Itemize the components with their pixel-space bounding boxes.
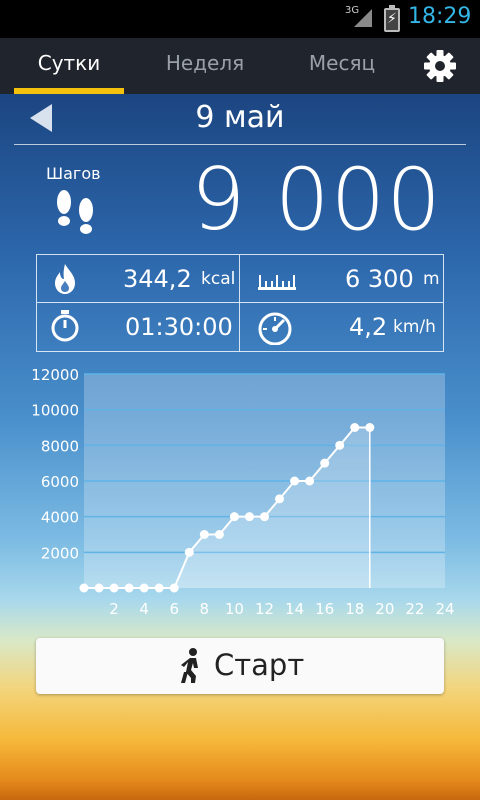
duration-value: 01:30:00 xyxy=(125,313,233,341)
calories-unit: kcal xyxy=(201,269,236,289)
start-button-label: Старт xyxy=(214,648,305,682)
gear-icon[interactable] xyxy=(420,46,460,86)
distance-value: 6 300 xyxy=(345,265,414,293)
chart-data-point xyxy=(214,530,224,539)
chart-data-point xyxy=(154,583,164,593)
active-tab-indicator xyxy=(14,88,124,94)
battery-icon: ⚡ xyxy=(384,5,400,32)
tab-week[interactable]: Неделя xyxy=(140,38,270,94)
flame-icon xyxy=(51,263,79,299)
chart-x-tick-label: 8 xyxy=(200,600,210,618)
chart-x-tick-label: 6 xyxy=(169,600,179,618)
chart-data-point xyxy=(109,583,119,593)
chart-data-point xyxy=(290,476,300,486)
signal-icon xyxy=(354,9,372,27)
chart-y-tick-label: 12000 xyxy=(31,366,79,384)
speedometer-icon xyxy=(255,309,295,349)
steps-count: 9 000 xyxy=(190,150,442,250)
chart-data-point xyxy=(139,583,149,593)
divider xyxy=(37,302,443,303)
calories-value: 344,2 xyxy=(123,265,192,293)
chart-data-point xyxy=(320,458,330,468)
chart-x-tick-label: 18 xyxy=(345,600,364,618)
chart-data-point xyxy=(275,494,285,504)
tab-bar: Сутки Неделя Месяц xyxy=(0,38,480,94)
ruler-icon xyxy=(257,269,297,295)
chart-data-point xyxy=(350,423,360,432)
start-button[interactable]: Старт xyxy=(36,638,444,694)
chart-data-point xyxy=(79,583,89,593)
chart-data-point xyxy=(260,512,269,522)
chart-data-point xyxy=(124,583,134,593)
chart-x-tick-label: 14 xyxy=(285,600,304,618)
tab-month-label: Месяц xyxy=(308,51,376,75)
chart-x-tick-label: 24 xyxy=(435,600,454,618)
tab-day[interactable]: Сутки xyxy=(14,38,124,94)
chart-x-tick-label: 10 xyxy=(225,600,244,618)
tab-month[interactable]: Месяц xyxy=(282,38,402,94)
walking-person-icon xyxy=(178,648,204,688)
chart-x-tick-label: 20 xyxy=(375,600,394,618)
stats-panel: 344,2 kcal 6 300 m 01:30:00 4,2 km/h xyxy=(36,254,444,352)
chart-y-tick-label: 10000 xyxy=(31,402,79,420)
chart-x-tick-label: 4 xyxy=(139,600,149,618)
chart-data-point xyxy=(244,512,254,522)
tab-day-label: Сутки xyxy=(37,51,101,75)
speed-unit: km/h xyxy=(393,317,436,337)
current-date: 9 май xyxy=(195,100,285,135)
distance-unit: m xyxy=(423,269,440,289)
stopwatch-icon xyxy=(49,309,81,347)
chart-y-tick-label: 8000 xyxy=(41,437,79,455)
chart-data-point xyxy=(305,476,315,486)
chart-data-point xyxy=(365,423,375,432)
divider xyxy=(239,255,240,351)
tab-week-label: Неделя xyxy=(165,51,245,75)
chart-data-point xyxy=(94,583,104,593)
chart-x-tick-label: 2 xyxy=(109,600,119,618)
chart-y-tick-label: 6000 xyxy=(41,473,79,491)
chart-data-point xyxy=(184,547,194,557)
clock: 18:29 xyxy=(408,4,472,29)
chart-data-point xyxy=(229,512,239,522)
chart-x-tick-label: 12 xyxy=(255,600,274,618)
chart-data-point xyxy=(335,440,345,450)
chart-data-point xyxy=(199,530,209,539)
steps-label: Шагов xyxy=(46,164,101,183)
chart-x-tick-label: 22 xyxy=(405,600,424,618)
steps-chart: 2000 4000 6000 8000 10000 12000 2 4 6 8 10 12 14 16 18… xyxy=(0,360,480,625)
status-bar: 3G ⚡ 18:29 xyxy=(0,0,480,38)
chart-y-tick-label: 4000 xyxy=(41,509,79,527)
speed-value: 4,2 xyxy=(349,313,388,341)
chart-y-tick-label: 2000 xyxy=(41,544,79,562)
chart-x-tick-label: 16 xyxy=(315,600,334,618)
date-navigation: 9 май xyxy=(14,96,466,145)
footprints-icon xyxy=(52,188,100,242)
chart-data-point xyxy=(169,583,179,593)
